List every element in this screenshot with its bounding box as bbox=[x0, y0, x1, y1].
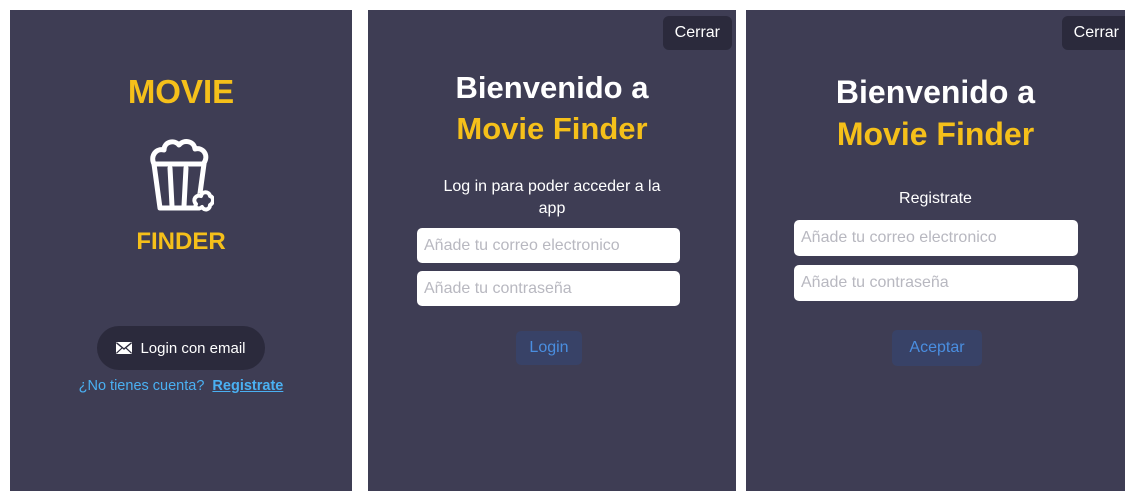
close-button[interactable]: Cerrar bbox=[662, 16, 732, 50]
signup-prompt: ¿No tienes cuenta? Registrate bbox=[10, 378, 352, 394]
mail-icon bbox=[116, 342, 133, 354]
login-with-email-button[interactable]: Login con email bbox=[97, 326, 265, 370]
signup-link[interactable]: Registrate bbox=[212, 378, 283, 394]
password-input[interactable] bbox=[794, 265, 1078, 301]
splash-screen: MOVIE FINDER Login con email ¿No tienes … bbox=[10, 10, 352, 491]
brand-heading: Movie Finder bbox=[456, 111, 648, 146]
app-screens: MOVIE FINDER Login con email ¿No tienes … bbox=[0, 0, 1125, 491]
email-input[interactable] bbox=[417, 228, 680, 263]
popcorn-icon bbox=[150, 139, 214, 212]
login-button[interactable]: Login bbox=[516, 331, 582, 365]
welcome-heading: Bienvenido a bbox=[835, 74, 1036, 110]
close-button[interactable]: Cerrar bbox=[1061, 16, 1125, 50]
email-input[interactable] bbox=[794, 220, 1078, 256]
brand-heading: Movie Finder bbox=[836, 116, 1035, 152]
logo-title-movie: MOVIE bbox=[127, 73, 235, 110]
accept-button[interactable]: Aceptar bbox=[892, 330, 982, 366]
welcome-heading: Bienvenido a bbox=[455, 70, 649, 105]
login-subtitle: Log in para poder acceder a la app bbox=[443, 178, 661, 217]
logo-title-finder: FINDER bbox=[136, 228, 226, 255]
login-screen: Cerrar Bienvenido a Movie Finder Log in … bbox=[368, 10, 736, 491]
login-with-email-label: Login con email bbox=[140, 339, 246, 357]
no-account-text: ¿No tienes cuenta? bbox=[78, 378, 205, 394]
register-subtitle: Registrate bbox=[899, 190, 972, 207]
register-screen: Cerrar Bienvenido a Movie Finder Registr… bbox=[746, 10, 1125, 491]
password-input[interactable] bbox=[417, 271, 680, 306]
